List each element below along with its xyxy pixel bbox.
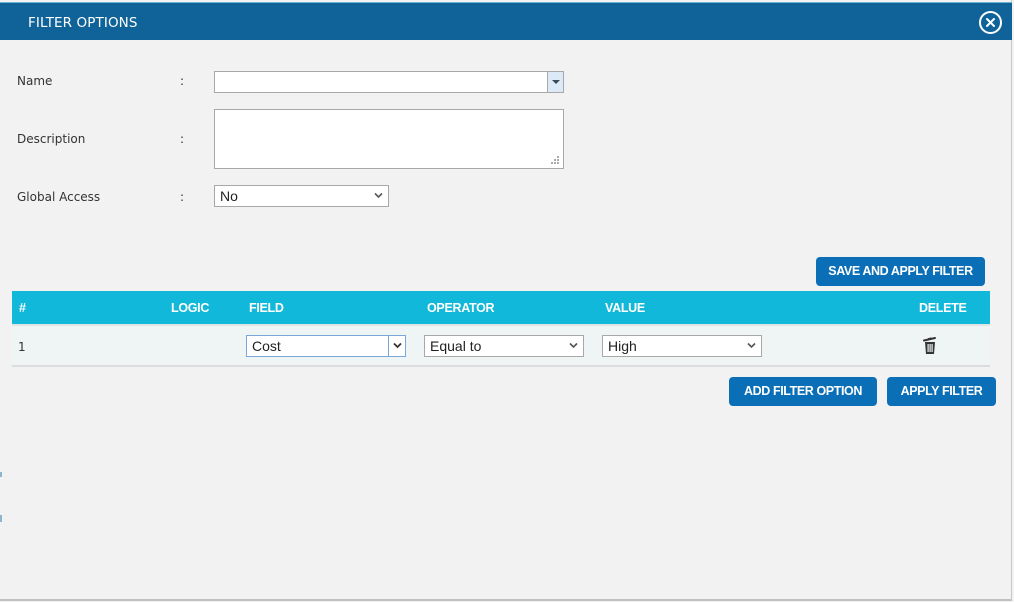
edge-artifact [0,515,2,522]
name-label: Name [17,74,53,88]
trash-icon[interactable] [922,336,938,356]
chevron-down-icon [747,342,756,349]
column-header-logic: LOGIC [171,301,210,315]
column-header-value: VALUE [605,301,645,315]
description-label: Description [17,132,86,146]
filter-grid-header: # LOGIC FIELD OPERATOR VALUE DELETE [12,291,990,324]
global-access-value: No [220,188,238,204]
field-value: Cost [252,338,281,354]
description-colon: : [180,132,185,146]
description-textarea[interactable] [214,109,564,169]
apply-filter-button[interactable]: APPLY FILTER [887,377,996,406]
table-row: 1 Cost Equal to High [12,324,990,367]
name-input[interactable] [215,72,545,92]
field-select[interactable]: Cost [246,335,406,357]
dialog-header: FILTER OPTIONS [0,2,1012,40]
close-icon [986,18,995,27]
column-header-operator: OPERATOR [427,301,495,315]
chevron-down-icon [393,342,402,349]
name-combobox[interactable] [214,71,564,93]
dropdown-arrow-icon[interactable] [547,72,563,92]
add-filter-option-button[interactable]: ADD FILTER OPTION [729,377,877,406]
close-button[interactable] [979,11,1002,34]
dialog-title: FILTER OPTIONS [28,15,138,31]
column-header-number: # [19,301,26,315]
edge-artifact [0,472,2,477]
value-value: High [608,338,637,354]
column-header-delete: DELETE [919,301,967,315]
operator-value: Equal to [430,338,482,354]
chevron-down-icon [569,342,578,349]
global-access-select[interactable]: No [214,185,389,207]
field-dropdown-button[interactable] [388,336,405,356]
save-and-apply-filter-button[interactable]: SAVE AND APPLY FILTER [816,257,985,286]
column-header-field: FIELD [249,301,284,315]
global-access-colon: : [180,190,185,204]
filter-options-dialog: FILTER OPTIONS Name : Description : Glob… [0,0,1012,601]
name-colon: : [180,74,185,88]
operator-select[interactable]: Equal to [424,335,584,357]
row-number: 1 [18,340,26,354]
global-access-label: Global Access [17,190,101,204]
value-select[interactable]: High [602,335,762,357]
chevron-down-icon [374,192,383,199]
resize-grip-icon[interactable] [551,156,560,165]
